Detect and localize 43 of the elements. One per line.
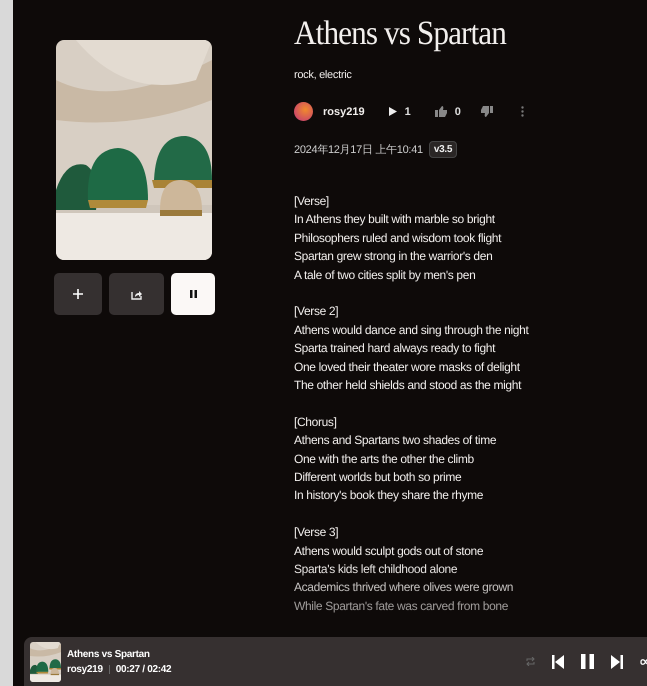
lyric-line: Athens and Spartans two shades of time — [294, 432, 498, 450]
created-date: 2024年12月17日 上午10:41 — [294, 143, 423, 157]
play-count: 1 — [404, 106, 411, 118]
lyric-line: One with the arts the other the climb — [294, 450, 475, 468]
pause-icon — [190, 290, 196, 298]
pause-icon[interactable] — [581, 654, 594, 669]
plus-icon — [73, 289, 83, 299]
play-icon — [388, 107, 397, 116]
next-icon[interactable] — [611, 654, 623, 668]
more-icon[interactable] — [520, 106, 524, 117]
lyric-line: Spartan grew strong in the warrior's den — [294, 248, 494, 266]
lyric-line: One loved their theater wore masks of delight — [294, 358, 521, 376]
version-tag: v3.5 — [428, 141, 458, 158]
section-heading: [Chorus] — [294, 414, 338, 431]
track-title: Athens vs Spartan — [67, 648, 151, 662]
genre-tags: rock, electric — [294, 69, 647, 81]
lyric-line: The other held shields and stood as the might — [294, 377, 522, 394]
like-count: 0 — [454, 106, 461, 118]
lyric-line: A tale of two cities split by men's pen — [294, 266, 476, 284]
track-time: 00:27 / 02:42 — [116, 662, 172, 676]
lyric-line: Academics thrived where olives were grown — [294, 579, 514, 596]
track-artist[interactable]: rosy219 — [67, 662, 103, 676]
thumbs-up-icon[interactable] — [434, 106, 447, 117]
section-heading: [Verse 3] — [294, 524, 340, 542]
lyric-line: While Spartan's fate was carved from bone — [294, 598, 510, 615]
section-heading: [Verse] — [294, 193, 330, 210]
pause-button[interactable] — [171, 273, 215, 315]
previous-icon[interactable] — [552, 654, 564, 668]
lyric-line: Athens would dance and sing through the night — [294, 322, 530, 339]
lyric-line: In Athens they built with marble so bright — [294, 211, 496, 228]
song-title: Athens vs Spartan — [294, 14, 508, 54]
user-avatar[interactable] — [294, 102, 313, 121]
lyric-line: Sparta's kids left childhood alone — [294, 561, 458, 578]
lyric-line: Sparta trained hard always ready to fight — [294, 340, 496, 358]
author-name[interactable]: rosy219 — [323, 106, 365, 118]
share-icon — [130, 288, 142, 300]
share-button[interactable] — [109, 273, 164, 315]
section-heading: [Verse 2] — [294, 303, 340, 320]
thumbs-down-icon[interactable] — [480, 106, 493, 117]
lyric-line: Philosophers ruled and wisdom took flight — [294, 230, 502, 247]
lyric-line: Different worlds but both so prime — [294, 469, 462, 486]
lyric-line: In history's book they share the rhyme — [294, 487, 484, 504]
lyric-line: Athens would sculpt gods out of stone — [294, 542, 484, 560]
